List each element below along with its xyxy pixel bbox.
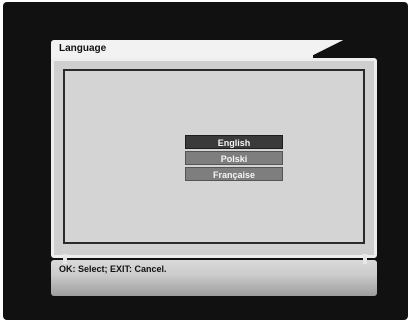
language-option-english[interactable]: English [185,135,283,149]
footer-hint: OK: Select; EXIT: Cancel. [59,264,167,274]
language-dialog: Language English Polski Française OK: Se… [51,40,377,296]
tv-screen: Language English Polski Française OK: Se… [3,2,408,320]
language-option-francaise[interactable]: Française [185,167,283,181]
dialog-title: Language [59,43,107,54]
dialog-footer: OK: Select; EXIT: Cancel. [51,254,377,296]
dialog-content: English Polski Française [63,69,365,244]
dialog-panel: English Polski Française [51,58,377,258]
language-option-polski[interactable]: Polski [185,151,283,165]
title-tab-slope [303,40,343,60]
footer-tick-right [363,254,367,264]
language-list: English Polski Française [185,135,283,183]
dialog-title-tab: Language [51,40,313,60]
footer-tick-left [63,254,67,264]
